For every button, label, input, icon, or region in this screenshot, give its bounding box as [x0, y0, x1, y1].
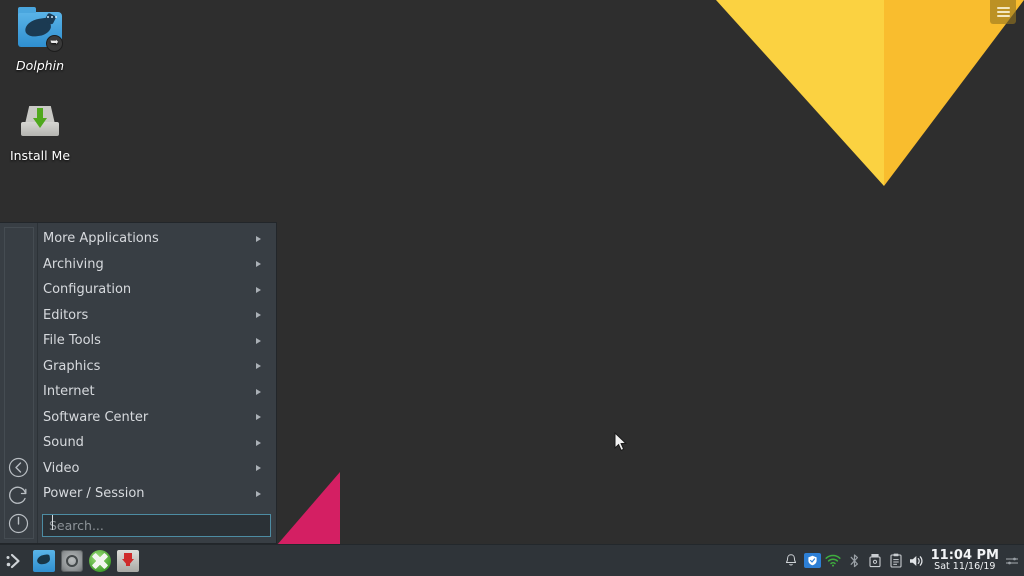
disc-icon [61, 549, 83, 572]
menu-arrow-icon [6, 553, 20, 568]
chevron-right-icon [256, 439, 261, 446]
menu-item[interactable]: Configuration [38, 277, 276, 303]
menu-item-label: Editors [43, 307, 89, 323]
clock-time: 11:04 PM [930, 547, 999, 563]
desktop-icon-label: Dolphin [16, 58, 64, 73]
menu-item[interactable]: More Applications [38, 226, 276, 252]
taskbar-launcher-installer[interactable] [114, 545, 142, 576]
menu-item-label: Configuration [43, 282, 132, 298]
menu-category-list: More Applications Archiving Configuration E… [38, 226, 276, 512]
menu-item[interactable]: Power / Session [38, 481, 276, 507]
chevron-right-icon [256, 286, 261, 293]
desktop-screen: ➥ Dolphin Install Me More Applications A… [0, 0, 1024, 576]
chevron-right-icon [256, 363, 261, 370]
menu-item-label: Internet [43, 384, 95, 400]
menu-item[interactable]: Sound [38, 430, 276, 456]
search-text-caret [52, 515, 53, 530]
menu-item-label: Software Center [43, 409, 149, 425]
bell-icon[interactable] [781, 545, 802, 576]
chevron-right-icon [256, 235, 261, 242]
chevron-right-icon [256, 312, 261, 319]
wifi-icon[interactable] [823, 545, 844, 576]
clock-date: Sat 11/16/19 [934, 561, 996, 573]
start-menu-button[interactable] [0, 545, 30, 576]
menu-item[interactable]: Internet [38, 379, 276, 405]
chevron-right-icon [256, 388, 261, 395]
desktop-toolbox-button[interactable] [990, 0, 1016, 24]
desktop-icon-label: Install Me [9, 148, 71, 163]
update-shield-icon[interactable] [802, 545, 823, 576]
menu-item[interactable]: Editors [38, 303, 276, 329]
globe-icon [89, 549, 111, 572]
chevron-left-circle-icon[interactable] [6, 453, 32, 481]
dolphin-folder-icon [33, 549, 55, 572]
usb-drive-icon[interactable] [865, 545, 886, 576]
install-package-icon [117, 549, 139, 572]
menu-item-label: Power / Session [43, 486, 145, 502]
speaker-icon[interactable] [907, 545, 928, 576]
clipboard-icon[interactable] [886, 545, 907, 576]
chevron-right-icon [256, 490, 261, 497]
menu-item-label: Graphics [43, 358, 101, 374]
chevron-right-icon [256, 337, 261, 344]
chevron-right-icon [256, 261, 261, 268]
taskbar-launcher-dolphin[interactable] [30, 545, 58, 576]
taskbar-left [0, 545, 142, 576]
taskbar-clock[interactable]: 11:04 PM Sat 11/16/19 [928, 549, 1004, 573]
hamburger-menu-icon [996, 5, 1010, 19]
menu-item[interactable]: Video [38, 456, 276, 482]
search-input[interactable] [42, 514, 271, 537]
menu-item[interactable]: Graphics [38, 354, 276, 380]
menu-item-label: Video [43, 460, 80, 476]
bluetooth-icon[interactable] [844, 545, 865, 576]
taskbar-launcher-web-browser[interactable] [86, 545, 114, 576]
menu-main-panel: More Applications Archiving Configuration E… [38, 223, 276, 543]
menu-item[interactable]: Archiving [38, 252, 276, 278]
chevron-right-icon [256, 465, 261, 472]
power-circle-icon[interactable] [6, 509, 32, 537]
desktop-icon-dolphin[interactable]: ➥ Dolphin [0, 6, 84, 73]
refresh-circle-icon[interactable] [6, 481, 32, 509]
menu-item-label: Archiving [43, 256, 104, 272]
system-tray: 11:04 PM Sat 11/16/19 [781, 545, 1024, 576]
wallpaper-triangle-magenta [277, 472, 340, 545]
shortcut-badge-icon: ➥ [46, 35, 63, 52]
taskbar: 11:04 PM Sat 11/16/19 [0, 544, 1024, 576]
panel-settings-button[interactable] [1004, 545, 1020, 576]
desktop-icon-install-me[interactable]: Install Me [0, 96, 84, 163]
application-menu: More Applications Archiving Configuration E… [0, 222, 277, 544]
wallpaper-triangle-yellow-right [884, 0, 1024, 186]
chevron-right-icon [256, 414, 261, 421]
menu-search-container [38, 512, 276, 543]
menu-item[interactable]: File Tools [38, 328, 276, 354]
menu-item-label: Sound [43, 435, 84, 451]
menu-item[interactable]: Software Center [38, 405, 276, 431]
wallpaper-triangle-yellow-left [716, 0, 884, 186]
dolphin-folder-icon: ➥ [16, 6, 64, 54]
sliders-icon [1006, 557, 1018, 564]
taskbar-launcher-media-player[interactable] [58, 545, 86, 576]
menu-sidebar [0, 223, 38, 543]
menu-item-label: More Applications [43, 231, 159, 247]
menu-item-label: File Tools [43, 333, 101, 349]
installer-package-icon [16, 96, 64, 144]
